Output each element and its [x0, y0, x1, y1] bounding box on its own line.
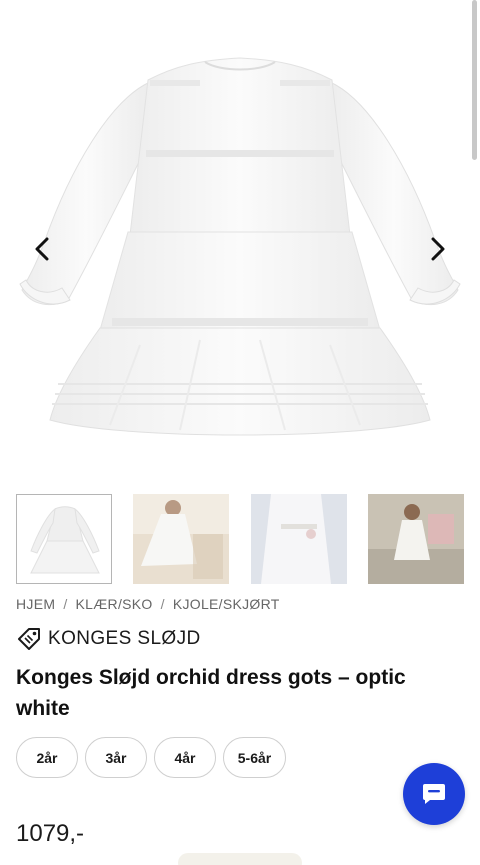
thumbnail-1[interactable]	[16, 494, 112, 584]
breadcrumb-item-dresses[interactable]: KJOLE/SKJØRT	[173, 596, 280, 612]
size-option-4[interactable]: 4år	[154, 737, 216, 778]
thumbnail-3[interactable]	[250, 494, 347, 584]
breadcrumb-separator: /	[63, 596, 68, 612]
next-image-button[interactable]	[421, 232, 455, 266]
breadcrumb-separator: /	[160, 596, 165, 612]
breadcrumb-item-home[interactable]: HJEM	[16, 596, 55, 612]
tag-icon	[18, 628, 40, 650]
add-to-cart-peek[interactable]	[178, 853, 302, 865]
size-option-2[interactable]: 2år	[16, 737, 78, 778]
product-price: 1079,-	[16, 820, 85, 847]
thumbnail-dress-image	[17, 495, 111, 583]
thumbnail-girl-twirling-image	[133, 494, 230, 584]
size-option-3[interactable]: 3år	[85, 737, 147, 778]
dress-image	[19, 57, 461, 436]
breadcrumb-item-clothes[interactable]: KLÆR/SKO	[76, 596, 153, 612]
size-selector: 2år 3år 4år 5-6år	[16, 737, 286, 778]
brand-link[interactable]: KONGES SLØJD	[16, 626, 201, 652]
chat-bubble-icon	[423, 784, 445, 804]
thumbnail-strip	[16, 494, 464, 584]
previous-image-button[interactable]	[25, 232, 59, 266]
product-title: Konges Sløjd orchid dress gots – optic w…	[16, 666, 406, 720]
size-option-5-6[interactable]: 5-6år	[223, 737, 286, 778]
product-image[interactable]	[0, 0, 480, 480]
breadcrumb: HJEM / KLÆR/SKO / KJOLE/SKJØRT	[16, 596, 280, 612]
thumbnail-dress-detail-image	[250, 494, 347, 584]
chevron-left-icon	[35, 237, 49, 261]
brand-name: KONGES SLØJD	[48, 628, 201, 649]
thumbnail-girl-street-image	[367, 494, 464, 584]
page-scrollbar[interactable]	[472, 0, 477, 160]
chat-button[interactable]	[403, 763, 465, 825]
thumbnail-4[interactable]	[367, 494, 464, 584]
thumbnail-2[interactable]	[133, 494, 230, 584]
chevron-right-icon	[431, 237, 445, 261]
